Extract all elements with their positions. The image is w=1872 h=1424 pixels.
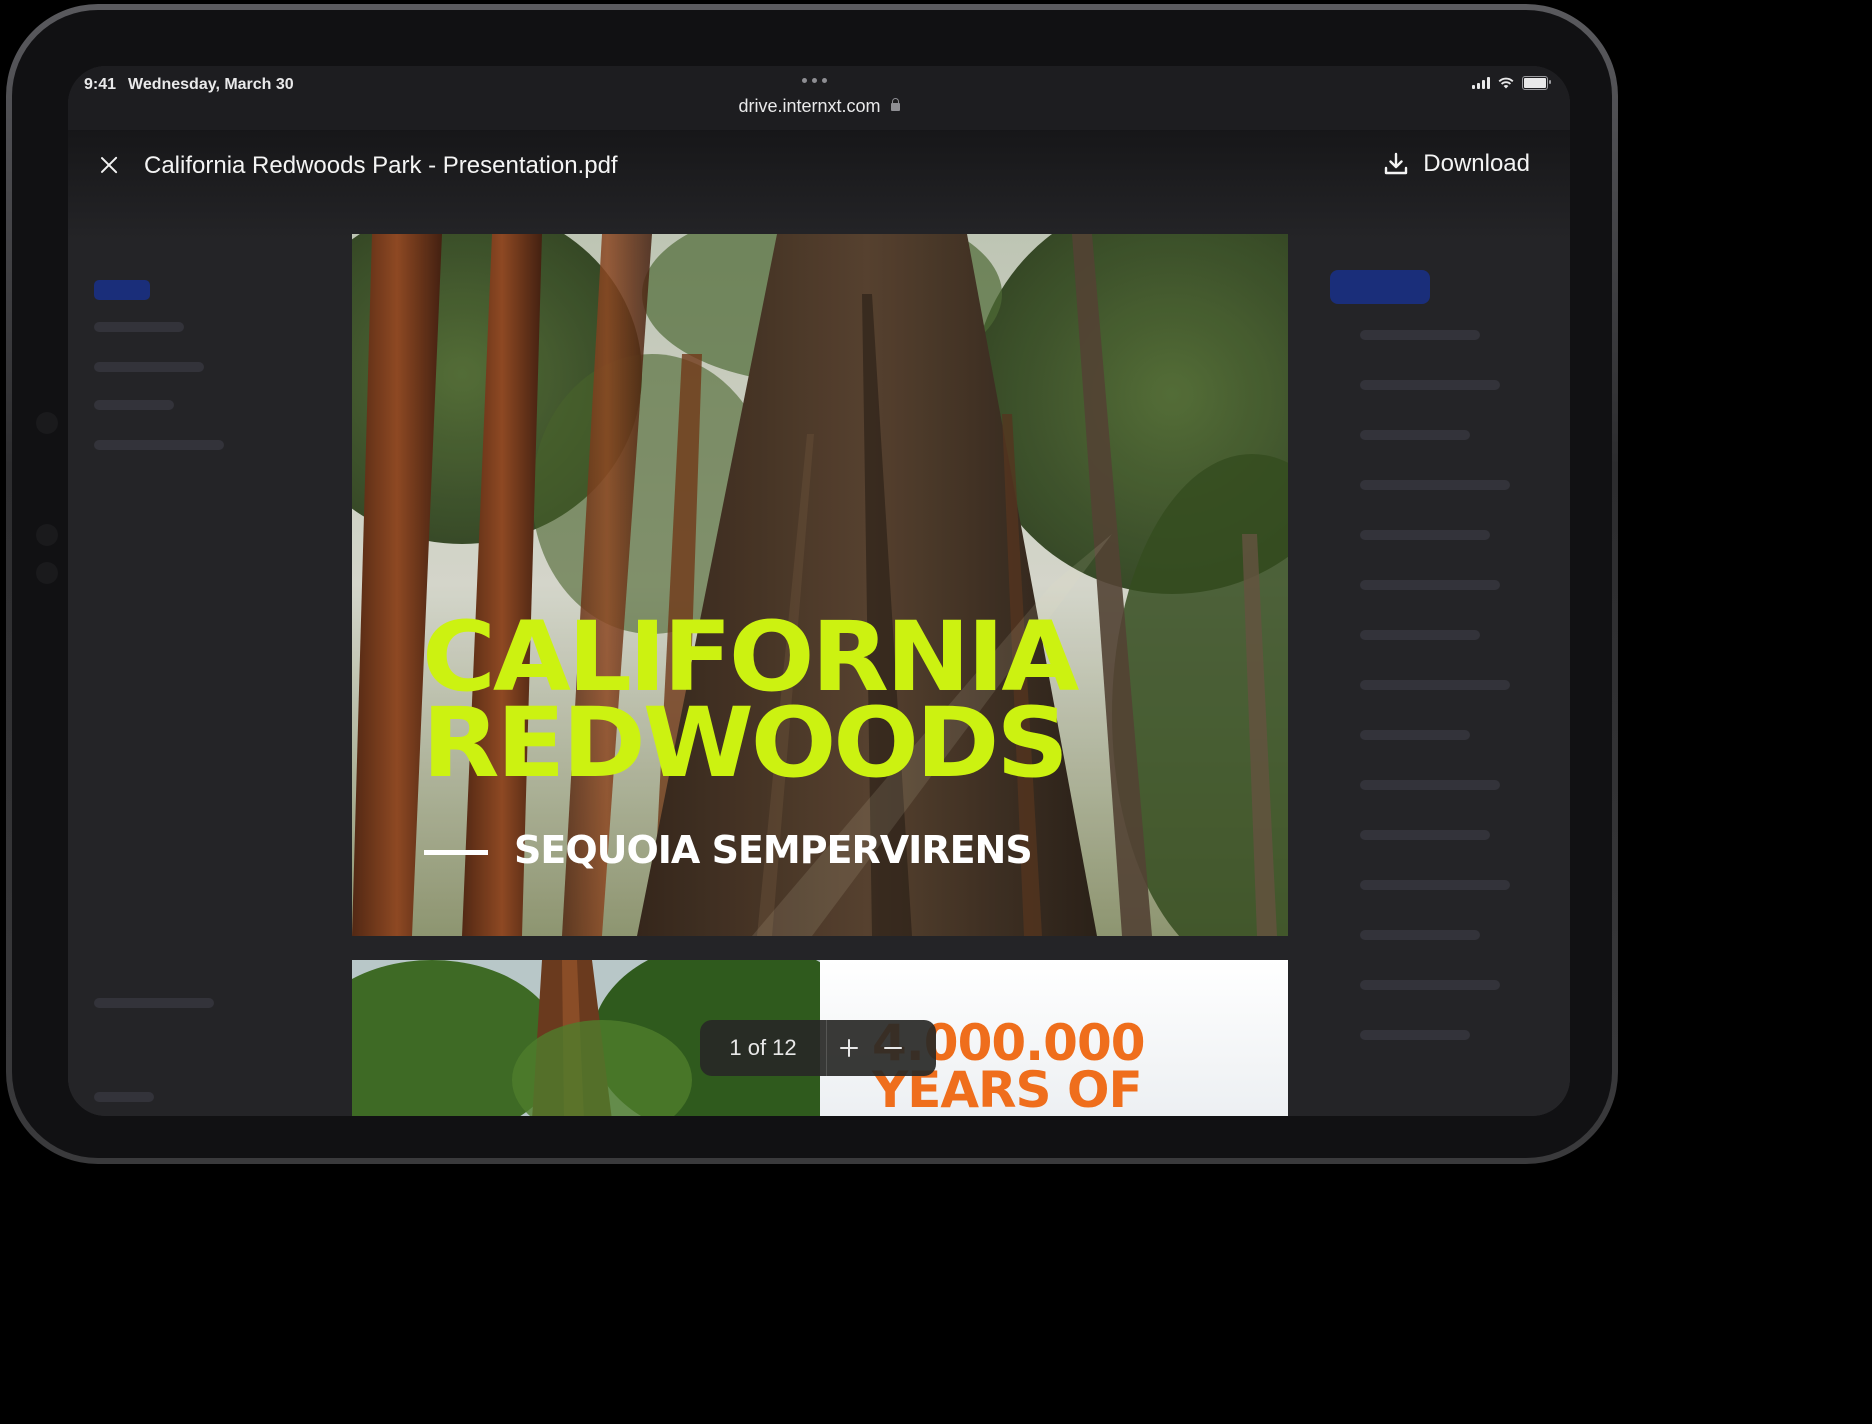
status-date: Wednesday, March 30 [128,76,294,93]
plus-icon [840,1039,858,1057]
cellular-signal-icon [1472,77,1490,89]
page-zoom-control: 1 of 12 [700,1020,936,1076]
sensor-dot [36,524,58,546]
download-label: Download [1423,150,1530,177]
headline-line-2: REDWOODS [422,687,1069,799]
status-bar: 9:41 Wednesday, March 30 drive.internxt.… [68,66,1570,130]
download-icon [1385,152,1408,175]
url-text: drive.internxt.com [738,96,881,116]
camera-dot [36,412,58,434]
lock-icon [890,98,900,111]
slide-headline: CALIFORNIA REDWOODS [422,609,1079,799]
page-indicator: 1 of 12 [700,1020,827,1076]
background-sidebar [68,130,318,1116]
screen: 9:41 Wednesday, March 30 drive.internxt.… [68,66,1570,1116]
download-button[interactable]: Download [1383,150,1530,178]
pdf-page-1: CALIFORNIA REDWOODS SEQUOIA SEMPERVIRENS [352,234,1288,936]
system-icons [1472,76,1551,90]
zoom-in-button[interactable] [827,1020,871,1076]
background-list [1330,130,1570,1116]
tablet-frame: 9:41 Wednesday, March 30 drive.internxt.… [6,4,1618,1164]
status-time: 9:41 [84,76,117,93]
slide-subheadline: SEQUOIA SEMPERVIRENS [514,828,1033,872]
battery-icon [1522,76,1551,90]
document-title: California Redwoods Park - Presentation.… [144,152,618,179]
subheadline-dash [424,850,488,855]
sensor-dot [36,562,58,584]
minus-icon [884,1047,902,1049]
viewer-header [68,130,1570,240]
multitasking-dots-icon[interactable] [802,78,827,83]
zoom-out-button[interactable] [871,1020,915,1076]
wifi-icon [1498,77,1514,89]
address-bar[interactable]: drive.internxt.com [68,96,1570,117]
close-button[interactable] [96,152,122,178]
